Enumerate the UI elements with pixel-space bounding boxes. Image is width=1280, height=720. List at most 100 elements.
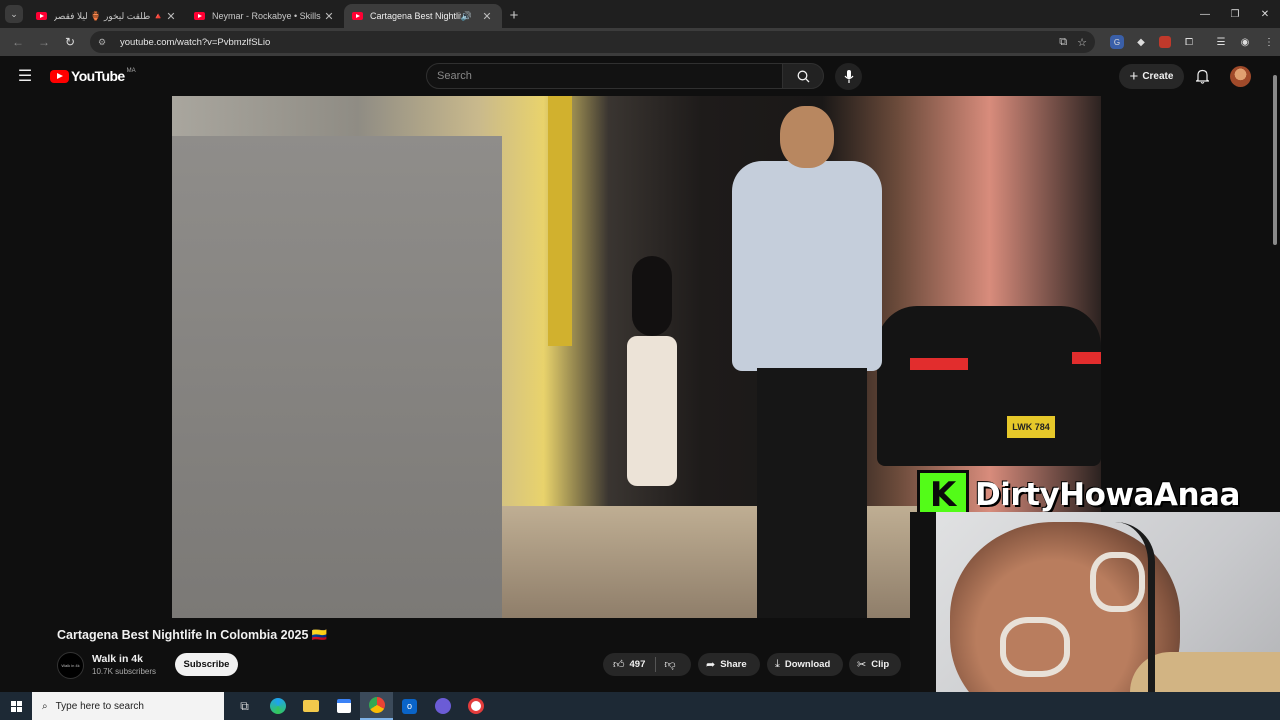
plus-icon: + (1129, 68, 1139, 85)
subscriber-count: 10.7K subscribers (92, 667, 157, 676)
url-text: youtube.com/watch?v=PvbmzlfSLio (120, 36, 271, 48)
share-label: Share (720, 659, 747, 670)
taskbar-apps: ⧉ o (228, 692, 492, 720)
close-tab-icon[interactable]: ✕ (480, 10, 494, 23)
headphones (1115, 522, 1155, 720)
video-title: Cartagena Best Nightlife In Colombia 202… (57, 628, 328, 642)
puzzle-extensions-icon[interactable]: ⧠ (1179, 32, 1199, 52)
taskbar-search-placeholder: Type here to search (55, 700, 144, 712)
share-arrow-icon: ➦ (706, 659, 716, 671)
video-frame-wall (172, 136, 502, 618)
account-avatar[interactable] (1230, 66, 1251, 87)
scissors-icon: ✂ (857, 659, 867, 671)
windows-logo-icon (10, 700, 22, 712)
minimize-icon[interactable]: — (1190, 0, 1220, 28)
microsoft-store-icon[interactable] (327, 692, 360, 720)
task-view-icon[interactable]: ⧉ (228, 692, 261, 720)
tab-search-button[interactable]: ⌄ (0, 0, 28, 28)
taskbar-search-box[interactable]: ⌕ Type here to search (32, 692, 224, 720)
video-info: Cartagena Best Nightlife In Colombia 202… (0, 618, 910, 692)
video-frame-pedestrian (617, 256, 687, 486)
browser-tab-3[interactable]: Cartagena Best Nightlife In 🔊 ✕ (344, 4, 502, 28)
chrome-icon[interactable] (360, 692, 393, 720)
clip-label: Clip (871, 659, 890, 670)
clip-button[interactable]: ✂ Clip (849, 653, 901, 676)
back-arrow-icon[interactable]: ← (6, 30, 30, 54)
video-frame-door (548, 96, 572, 346)
video-frame-taillight (1072, 352, 1101, 364)
file-explorer-icon[interactable] (294, 692, 327, 720)
forward-arrow-icon[interactable]: → (32, 30, 56, 54)
channel-name[interactable]: Walk in 4k (92, 653, 143, 665)
translate-extension-icon[interactable]: G (1107, 32, 1127, 52)
logo-text: YouTube (71, 68, 125, 84)
diamond-extension-icon[interactable]: ◆ (1131, 32, 1151, 52)
channel-avatar[interactable]: Walk in 4k (57, 652, 84, 679)
download-label: Download (784, 659, 831, 670)
youtube-header: ☰ YouTube MA Search + Create (0, 56, 1280, 96)
like-dislike-group: 👍︎ 497 👎︎ (603, 653, 691, 676)
youtube-play-icon (50, 69, 69, 83)
create-button[interactable]: + Create (1119, 64, 1184, 89)
microphone-icon (844, 70, 853, 83)
browser-tab-2[interactable]: Neymar - Rockabye • Skills & Goals ✕ (186, 4, 344, 28)
webcam-overlay (910, 512, 1280, 720)
youtube-favicon-icon (36, 12, 47, 20)
search-icon (797, 70, 809, 82)
close-window-icon[interactable]: ✕ (1250, 0, 1280, 28)
download-button[interactable]: ⤓ Download (767, 653, 843, 676)
new-tab-button[interactable]: + (502, 7, 526, 24)
search-placeholder: Search (437, 70, 472, 82)
tab-title: 🔺 طلقت ليخور 🏺 ليلا فقصر ه (54, 10, 164, 21)
start-button[interactable] (0, 692, 32, 720)
reload-icon[interactable]: ↻ (58, 30, 82, 54)
window-controls: — ❐ ✕ (1190, 0, 1280, 28)
site-info-icon[interactable]: ⚙ (98, 37, 112, 48)
address-bar[interactable]: ⚙ youtube.com/watch?v=PvbmzlfSLio ⧉ ☆ (90, 31, 1095, 53)
restore-icon[interactable]: ❐ (1220, 0, 1250, 28)
windows-taskbar: ⌕ Type here to search ⧉ o (0, 692, 1280, 720)
discord-icon[interactable] (426, 692, 459, 720)
bell-icon (1195, 69, 1209, 84)
extensions-area: G ◆ ⧠ ☰ ◉ ⋮ (1107, 32, 1279, 52)
browser-toolbar: ← → ↻ ⚙ youtube.com/watch?v=PvbmzlfSLio … (0, 28, 1280, 56)
voice-search-button[interactable] (835, 63, 862, 90)
outlook-icon[interactable]: o (393, 692, 426, 720)
tab-title: Neymar - Rockabye • Skills & Goals (212, 11, 322, 21)
country-code: MA (126, 68, 136, 74)
download-icon: ⤓ (775, 658, 780, 670)
reading-list-icon[interactable]: ☰ (1211, 32, 1231, 52)
youtube-logo[interactable]: YouTube MA (50, 68, 136, 84)
like-count[interactable]: 497 (630, 659, 646, 670)
create-label: Create (1142, 71, 1174, 82)
more-menu-icon[interactable]: ⋮ (1259, 32, 1279, 52)
speaker-icon[interactable]: 🔊 (461, 11, 472, 22)
edge-icon[interactable] (261, 692, 294, 720)
page-scrollbar[interactable] (1270, 65, 1280, 690)
subscribe-button[interactable]: Subscribe (175, 653, 238, 676)
search-input[interactable]: Search (426, 63, 783, 89)
scrollbar-thumb[interactable] (1273, 75, 1277, 245)
thumbs-down-icon[interactable]: 👎︎ (664, 658, 675, 671)
browser-tab-strip: ⌄ 🔺 طلقت ليخور 🏺 ليلا فقصر ه ✕ Neymar - … (0, 0, 1280, 28)
hamburger-menu-icon[interactable]: ☰ (0, 66, 50, 86)
youtube-favicon-icon (194, 12, 205, 20)
cast-icon[interactable]: ⧉ (1059, 36, 1067, 49)
bookmark-star-icon[interactable]: ☆ (1077, 36, 1087, 49)
streamer-name: DirtyHowaAnaa (975, 477, 1240, 513)
close-tab-icon[interactable]: ✕ (164, 10, 178, 23)
obs-icon[interactable] (459, 692, 492, 720)
search-icon: ⌕ (42, 700, 48, 712)
search-button[interactable] (782, 63, 824, 89)
notifications-button[interactable] (1192, 66, 1212, 86)
browser-tab-1[interactable]: 🔺 طلقت ليخور 🏺 ليلا فقصر ه ✕ (28, 4, 186, 28)
youtube-favicon-icon (352, 12, 363, 20)
license-plate: LWK 784 (1007, 416, 1055, 438)
share-button[interactable]: ➦ Share (698, 653, 760, 676)
close-tab-icon[interactable]: ✕ (322, 10, 336, 23)
thumbs-up-icon[interactable]: 👍︎ (613, 658, 625, 671)
divider (655, 657, 657, 672)
red-extension-icon[interactable] (1155, 32, 1175, 52)
profile-icon[interactable]: ◉ (1235, 32, 1255, 52)
video-frame-taillight (910, 358, 968, 370)
